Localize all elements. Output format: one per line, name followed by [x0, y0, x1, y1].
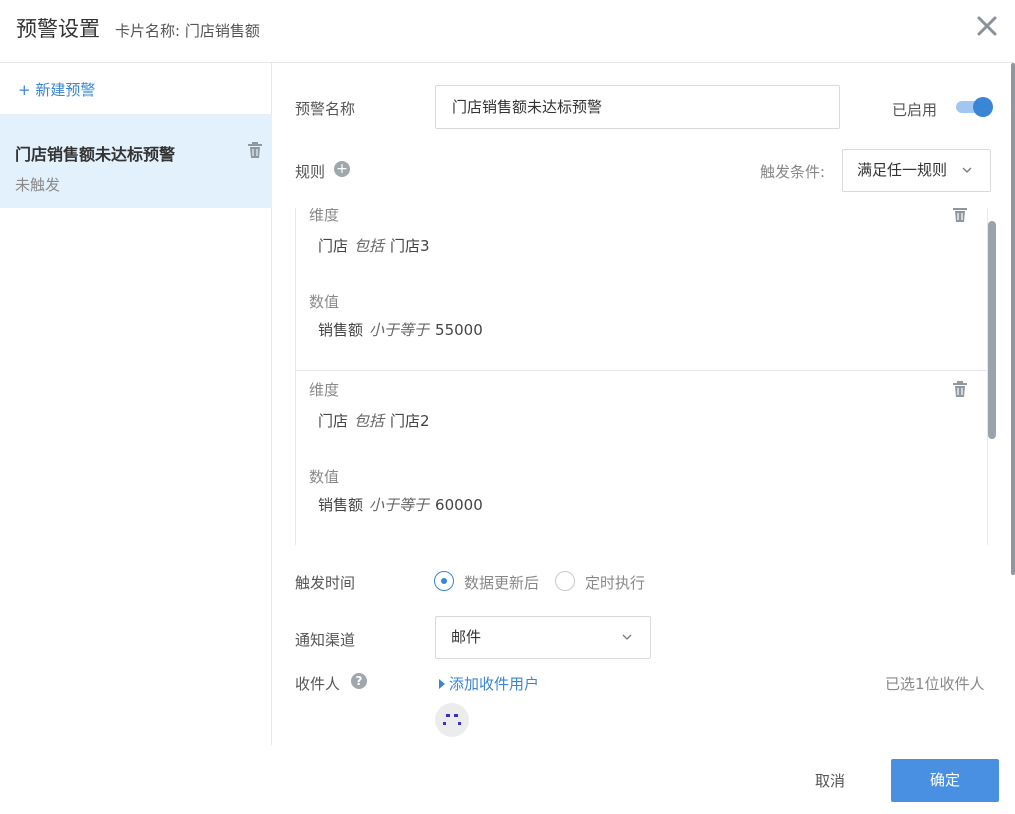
card-name-subtitle: 卡片名称: 门店销售额	[115, 22, 260, 40]
trash-icon[interactable]	[248, 142, 262, 158]
channel-select[interactable]: 邮件	[435, 616, 651, 659]
trigger-condition-select[interactable]: 满足任一规则	[842, 149, 991, 192]
rules-scrollbar[interactable]	[988, 221, 996, 439]
enabled-label: 已启用	[892, 101, 938, 119]
trigger-condition-value: 满足任一规则	[857, 161, 948, 179]
radio-after-update-label: 数据更新后	[464, 574, 540, 592]
alert-sidebar: + 新建预警 门店销售额未达标预警 未触发	[0, 63, 272, 745]
trigger-time-label: 触发时间	[295, 574, 356, 592]
alert-name-input[interactable]: 门店销售额未达标预警	[435, 85, 840, 129]
toggle-knob	[973, 97, 993, 117]
add-recipient-link[interactable]: 添加收件用户	[438, 673, 539, 694]
trigger-condition-label: 触发条件:	[760, 163, 826, 181]
recipient-label: 收件人	[295, 675, 341, 693]
close-icon[interactable]	[975, 14, 999, 38]
confirm-button[interactable]: 确定	[891, 759, 999, 802]
alert-item-status: 未触发	[15, 176, 61, 194]
channel-label: 通知渠道	[295, 631, 356, 649]
radio-scheduled-label: 定时执行	[585, 574, 646, 592]
channel-value: 邮件	[451, 628, 482, 646]
help-circle-icon[interactable]: ?	[351, 673, 367, 689]
radio-after-update[interactable]	[434, 571, 454, 591]
trash-icon[interactable]	[953, 208, 967, 222]
rules-label: 规则	[295, 163, 326, 181]
chevron-down-icon	[962, 167, 972, 173]
plus-circle-icon[interactable]: +	[334, 161, 350, 177]
alert-name-label: 预警名称	[295, 100, 356, 118]
dimension-label: 维度	[309, 208, 340, 224]
form-scrollbar[interactable]	[1011, 63, 1015, 575]
measure-label: 数值	[309, 468, 340, 486]
measure-condition: 销售额 小于等于 60000	[318, 496, 483, 514]
dimension-condition: 门店 包括 门店3	[318, 237, 430, 255]
measure-condition: 销售额 小于等于 55000	[318, 321, 483, 339]
dialog-header: 预警设置 卡片名称: 门店销售额	[0, 0, 1015, 63]
dimension-condition: 门店 包括 门店2	[318, 412, 430, 430]
caret-right-icon	[439, 679, 445, 689]
alert-item-name: 门店销售额未达标预警	[15, 145, 176, 164]
cancel-button[interactable]: 取消	[800, 760, 860, 802]
new-alert-button[interactable]: + 新建预警	[18, 79, 95, 100]
radio-scheduled[interactable]	[555, 571, 575, 591]
dimension-label: 维度	[309, 381, 340, 399]
selected-recipient-count: 已选1位收件人	[885, 675, 985, 693]
alert-settings-dialog: 预警设置 卡片名称: 门店销售额 + 新建预警 门店销售额未达标预警 未触发 预…	[0, 0, 1015, 814]
alert-form: 预警名称 门店销售额未达标预警 已启用 规则 + 触发条件: 满足任一规则 维度…	[273, 63, 1015, 745]
measure-label: 数值	[309, 293, 340, 311]
trash-icon[interactable]	[953, 381, 967, 397]
enabled-toggle[interactable]	[955, 97, 993, 117]
chevron-down-icon	[622, 634, 632, 640]
rule-item: 维度 门店 包括 门店2 数值 销售额 小于等于 60000	[296, 371, 987, 545]
sidebar-item-alert[interactable]: 门店销售额未达标预警 未触发	[0, 114, 272, 208]
rule-item: 维度 门店 包括 门店3 数值 销售额 小于等于 55000	[296, 208, 987, 371]
dialog-title: 预警设置	[16, 17, 100, 41]
rules-list: 维度 门店 包括 门店3 数值 销售额 小于等于 55000 维度 门店 包括 门店2 数值…	[295, 208, 988, 545]
avatar[interactable]	[435, 703, 469, 737]
